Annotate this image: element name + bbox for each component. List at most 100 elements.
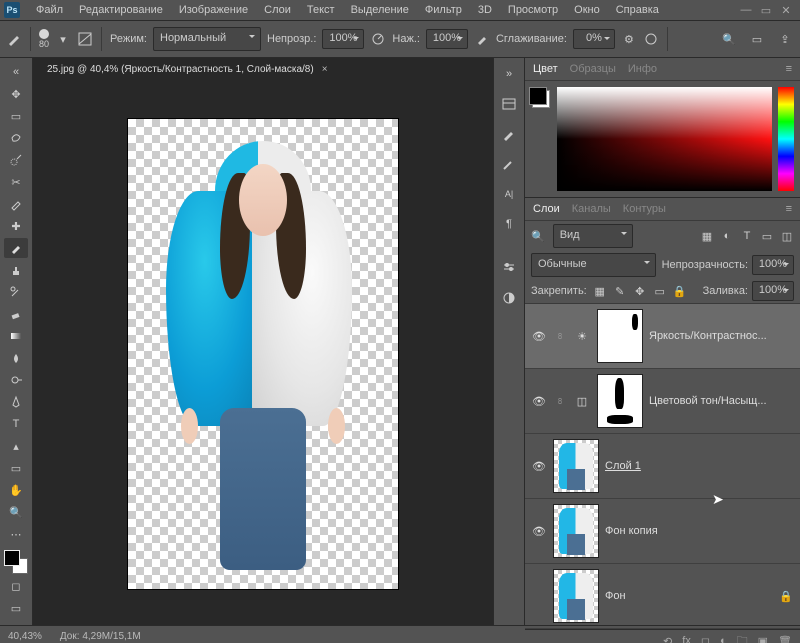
layer-name[interactable]: Фон копия xyxy=(605,525,794,537)
menu-layers[interactable]: Слои xyxy=(256,0,299,20)
canvas[interactable] xyxy=(33,82,493,625)
hue-slider[interactable] xyxy=(778,87,794,191)
workspace-icon[interactable]: ▭ xyxy=(748,30,766,48)
brush-preview[interactable]: 80 xyxy=(39,29,49,49)
tab-paths[interactable]: Контуры xyxy=(623,203,666,215)
blend-mode-select[interactable]: Нормальный xyxy=(153,27,261,51)
brush-settings-icon[interactable] xyxy=(499,124,519,144)
rectangle-tool[interactable]: ▭ xyxy=(4,458,28,478)
eraser-tool[interactable] xyxy=(4,304,28,324)
tab-color[interactable]: Цвет xyxy=(533,63,558,75)
flow-input[interactable]: 100% xyxy=(426,29,468,49)
filter-kind-select[interactable]: Вид xyxy=(553,224,633,248)
tab-info[interactable]: Инфо xyxy=(628,63,657,75)
filter-pixel-icon[interactable]: ▦ xyxy=(700,229,714,243)
healing-tool[interactable]: ✚ xyxy=(4,216,28,236)
layer-row[interactable]: Фон 🔒 xyxy=(525,564,800,629)
blend-mode-layer-select[interactable]: Обычные xyxy=(531,253,656,277)
pressure-opacity-icon[interactable] xyxy=(370,31,386,47)
gear-icon[interactable]: ⚙ xyxy=(621,31,637,47)
hue-adj-icon[interactable]: ◫ xyxy=(573,395,591,408)
tab-close-icon[interactable]: × xyxy=(322,58,328,82)
brush-tool[interactable] xyxy=(4,238,28,258)
blur-tool[interactable] xyxy=(4,348,28,368)
quick-select-tool[interactable] xyxy=(4,150,28,170)
panel-menu-icon[interactable]: ≡ xyxy=(786,203,792,215)
layer-name[interactable]: Цветовой тон/Насыщ... xyxy=(649,395,794,407)
lock-artboard-icon[interactable]: ▭ xyxy=(653,284,667,298)
doc-info[interactable]: Док: 4,29M/15,1M xyxy=(60,631,141,642)
link-layers-icon[interactable]: ⟲ xyxy=(663,635,672,643)
visibility-icon[interactable]: 👁 xyxy=(531,525,547,538)
menu-3d[interactable]: 3D xyxy=(470,0,500,20)
group-icon[interactable]: 🗀 xyxy=(737,632,748,643)
filter-shape-icon[interactable]: ▭ xyxy=(760,229,774,243)
brush-panel-icon[interactable] xyxy=(77,31,93,47)
layer-thumbnail[interactable] xyxy=(553,569,599,623)
tab-channels[interactable]: Каналы xyxy=(572,203,611,215)
opacity-input[interactable]: 100% xyxy=(322,29,364,49)
properties-icon[interactable] xyxy=(499,258,519,278)
path-select-tool[interactable]: ▴ xyxy=(4,436,28,456)
menu-help[interactable]: Справка xyxy=(608,0,667,20)
collapse-icon[interactable]: « xyxy=(4,62,28,82)
layer-name[interactable]: Слой 1 xyxy=(605,460,794,472)
type-tool[interactable]: T xyxy=(4,414,28,434)
mini-swatch[interactable] xyxy=(529,87,547,105)
layer-name[interactable]: Яркость/Контрастнос... xyxy=(649,330,794,342)
tool-preset-icon[interactable] xyxy=(6,31,22,47)
search-icon[interactable]: 🔍 xyxy=(720,30,738,48)
tab-swatches[interactable]: Образцы xyxy=(570,63,616,75)
quickmask-icon[interactable]: ◻ xyxy=(4,576,28,596)
adjustment-icon[interactable]: ◐ xyxy=(720,635,727,643)
trash-icon[interactable]: 🗑 xyxy=(778,635,792,643)
gradient-tool[interactable] xyxy=(4,326,28,346)
tab-layers[interactable]: Слои xyxy=(533,203,560,215)
lock-position-icon[interactable]: ✥ xyxy=(633,284,647,298)
color-swatch[interactable] xyxy=(4,550,28,574)
filter-smart-icon[interactable]: ◫ xyxy=(780,229,794,243)
screenmode-icon[interactable]: ▭ xyxy=(4,598,28,618)
stamp-tool[interactable] xyxy=(4,260,28,280)
pressure-size-icon[interactable] xyxy=(643,31,659,47)
visibility-icon[interactable]: 👁 xyxy=(531,460,547,473)
layer-row[interactable]: 👁 Фон копия xyxy=(525,499,800,564)
close-icon[interactable]: ✕ xyxy=(776,4,796,17)
lock-all-icon[interactable]: 🔒 xyxy=(673,284,687,298)
menu-filter[interactable]: Фильтр xyxy=(417,0,470,20)
zoom-readout[interactable]: 40,43% xyxy=(8,631,42,642)
airbrush-icon[interactable] xyxy=(474,31,490,47)
menu-image[interactable]: Изображение xyxy=(171,0,256,20)
layer-thumbnail[interactable] xyxy=(553,504,599,558)
zoom-tool[interactable]: 🔍 xyxy=(4,502,28,522)
fx-icon[interactable]: fx xyxy=(682,635,691,643)
menu-select[interactable]: Выделение xyxy=(343,0,417,20)
edit-toolbar-icon[interactable]: ⋯ xyxy=(4,524,28,544)
fill-input[interactable]: 100% xyxy=(752,281,794,301)
document[interactable] xyxy=(128,119,398,589)
dodge-tool[interactable] xyxy=(4,370,28,390)
history-brush-tool[interactable] xyxy=(4,282,28,302)
menu-text[interactable]: Текст xyxy=(299,0,343,20)
layer-row[interactable]: 👁 𝟾 ☀ Яркость/Контрастнос... xyxy=(525,304,800,369)
adjustments-icon[interactable] xyxy=(499,288,519,308)
visibility-icon[interactable]: 👁 xyxy=(531,395,547,408)
share-icon[interactable]: ⇪ xyxy=(776,30,794,48)
hand-tool[interactable]: ✋ xyxy=(4,480,28,500)
layer-row[interactable]: 👁 𝟾 ◫ Цветовой тон/Насыщ... xyxy=(525,369,800,434)
filter-adjust-icon[interactable]: ◐ xyxy=(720,229,734,243)
lasso-tool[interactable] xyxy=(4,128,28,148)
mask-thumbnail[interactable] xyxy=(597,374,643,428)
smoothing-input[interactable]: 0% xyxy=(573,29,615,49)
lock-transparency-icon[interactable]: ▦ xyxy=(593,284,607,298)
menu-view[interactable]: Просмотр xyxy=(500,0,566,20)
expand-icon[interactable]: » xyxy=(499,64,519,84)
layer-name[interactable]: Фон xyxy=(605,590,772,602)
crop-tool[interactable]: ✂ xyxy=(4,172,28,192)
paragraph-icon[interactable]: ¶ xyxy=(499,214,519,234)
mask-icon[interactable]: ◻ xyxy=(701,635,710,643)
history-icon[interactable] xyxy=(499,94,519,114)
menu-file[interactable]: Файл xyxy=(28,0,71,20)
brushes-icon[interactable] xyxy=(499,154,519,174)
lock-pixels-icon[interactable]: ✎ xyxy=(613,284,627,298)
